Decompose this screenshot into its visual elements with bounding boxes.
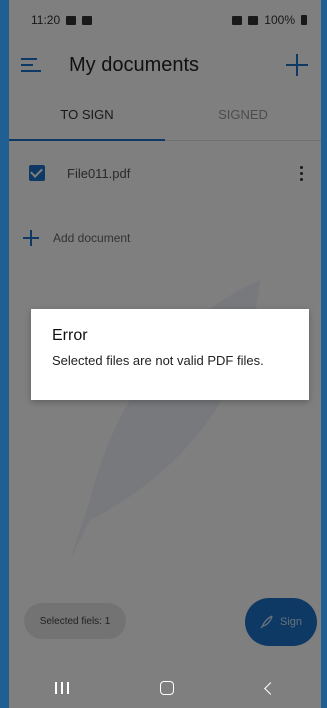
dialog-message: Selected files are not valid PDF files. xyxy=(52,353,264,368)
dialog-title: Error xyxy=(52,327,88,344)
back-icon[interactable] xyxy=(264,681,278,695)
system-nav-bar xyxy=(9,668,321,708)
screen-frame-left xyxy=(0,0,9,708)
home-icon[interactable] xyxy=(160,681,175,695)
screen-frame-right xyxy=(321,0,327,708)
recent-apps-icon[interactable] xyxy=(54,682,69,694)
error-dialog: Error Selected files are not valid PDF f… xyxy=(31,309,309,400)
app-screen: 11:20 100% My documents TO SIGN SIGNED F… xyxy=(0,0,327,708)
